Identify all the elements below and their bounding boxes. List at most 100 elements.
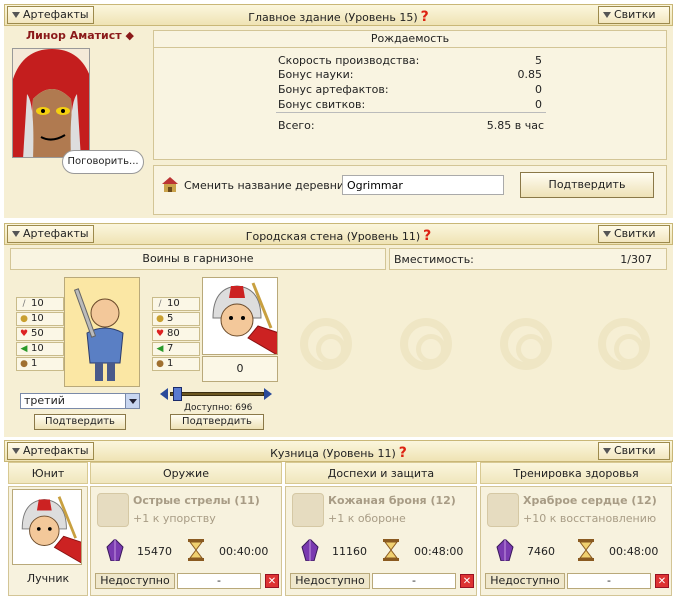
unit2-attack: /10 xyxy=(152,297,200,311)
unit1-attack: /10 xyxy=(16,297,64,311)
upgrade-time: 00:48:00 xyxy=(414,545,464,558)
village-name-input[interactable] xyxy=(342,175,504,195)
column-header-armor: Доспехи и защита xyxy=(285,462,477,484)
chevron-down-icon xyxy=(125,394,139,408)
slider-thumb[interactable] xyxy=(172,387,182,401)
unavailable-button[interactable]: Недоступно xyxy=(485,573,565,589)
sword-icon: / xyxy=(22,299,26,309)
chevron-down-icon xyxy=(603,12,611,18)
slider-track[interactable] xyxy=(170,392,264,396)
unit2-portrait[interactable] xyxy=(202,277,278,355)
production-title: Рождаемость xyxy=(153,30,667,48)
production-row-label: Бонус артефактов: xyxy=(278,83,389,96)
scrolls-button[interactable]: Свитки xyxy=(598,225,670,243)
upgrade-cost: 15470 xyxy=(137,545,172,558)
hero-name: Линор Аматист ◆ xyxy=(26,29,134,42)
arrow-left-icon[interactable] xyxy=(160,388,168,400)
arrow-right-icon[interactable] xyxy=(264,388,272,400)
confirm-rename-button[interactable]: Подтвердить xyxy=(520,172,654,198)
help-icon[interactable]: ? xyxy=(421,9,429,25)
empty-slot-gear-icon xyxy=(598,318,650,370)
unit2-health: ♥ 80 xyxy=(152,327,200,341)
upgrade-bonus: +10 к восстановлению xyxy=(523,512,657,525)
heart-icon xyxy=(487,493,519,527)
upgrade-card-armor: Кожаная броня (12) +1 к обороне 11160 00… xyxy=(285,486,477,596)
city-wall-header: Артефакты Городская стена (Уровень 11)? … xyxy=(4,223,673,245)
upgrade-level-field: - xyxy=(567,573,651,589)
unit2-count: 0 xyxy=(202,356,278,382)
scrolls-button[interactable]: Свитки xyxy=(598,442,670,460)
upgrade-time: 00:40:00 xyxy=(219,545,269,558)
help-icon[interactable]: ? xyxy=(399,445,407,461)
heart-icon: ♥ xyxy=(19,329,29,339)
column-header-weapons: Оружие xyxy=(90,462,282,484)
upgrade-title: Острые стрелы (11) xyxy=(133,494,260,507)
empty-slot-gear-icon xyxy=(500,318,552,370)
rank-select[interactable]: третий xyxy=(20,393,140,409)
talk-button[interactable]: Поговорить... xyxy=(62,150,144,174)
shield-icon xyxy=(292,493,324,527)
column-header-unit: Юнит xyxy=(8,462,88,484)
hourglass-icon xyxy=(188,539,204,561)
crystal-icon xyxy=(106,539,124,561)
close-icon[interactable]: ✕ xyxy=(655,574,669,588)
confirm-unit2-button[interactable]: Подтвердить xyxy=(170,414,264,430)
forge-title: Кузница (Уровень 11) xyxy=(270,447,396,460)
production-row-value: 0.85 xyxy=(517,68,543,81)
production-row-value: 5 xyxy=(535,54,542,67)
forge-unit-name: Лучник xyxy=(26,572,70,585)
unit1-health: ♥ 50 xyxy=(16,327,64,341)
unit1-portrait[interactable] xyxy=(64,277,140,387)
upgrade-bonus: +1 к упорству xyxy=(133,512,216,525)
production-row-label: Скорость производства: xyxy=(278,54,420,67)
heart-icon: ♥ xyxy=(155,329,165,339)
production-row-value: 0 xyxy=(535,83,542,96)
sword-icon: / xyxy=(158,299,162,309)
production-row-value: 0 xyxy=(535,98,542,111)
garrison-label: Воины в гарнизоне xyxy=(10,248,386,270)
hero-avatar-icon xyxy=(13,49,89,157)
capacity-label: Вместимость: xyxy=(394,253,474,266)
upgrade-time: 00:48:00 xyxy=(609,545,659,558)
available-count: Доступно: 696 xyxy=(184,403,253,413)
production-box xyxy=(153,30,667,160)
chevron-down-icon xyxy=(603,448,611,454)
total-value: 5.85 в час xyxy=(486,119,544,132)
crystal-icon xyxy=(496,539,514,561)
unit2-speed: ◀ 7 xyxy=(152,342,200,356)
upgrade-cost: 7460 xyxy=(527,545,555,558)
production-row-label: Бонус свитков: xyxy=(278,98,366,111)
upgrade-bonus: +1 к обороне xyxy=(328,512,406,525)
upgrade-level-field: - xyxy=(177,573,261,589)
unavailable-button[interactable]: Недоступно xyxy=(290,573,370,589)
capacity-value: 1/307 xyxy=(620,253,652,266)
main-building-title: Главное здание (Уровень 15) xyxy=(248,11,418,24)
hero-portrait[interactable] xyxy=(12,48,90,158)
upgrade-card-health: Храброе сердце (12) +10 к восстановлению… xyxy=(480,486,672,596)
total-label: Всего: xyxy=(278,119,315,132)
money-bag-icon: ● xyxy=(20,359,28,369)
crystal-icon xyxy=(301,539,319,561)
chevron-down-icon xyxy=(603,231,611,237)
column-header-health: Тренировка здоровья xyxy=(480,462,672,484)
close-icon[interactable]: ✕ xyxy=(265,574,279,588)
hourglass-icon xyxy=(383,539,399,561)
production-row-label: Бонус науки: xyxy=(278,68,354,81)
village-icon xyxy=(160,174,180,194)
archer-icon xyxy=(13,492,81,564)
divider xyxy=(276,112,546,113)
unavailable-button[interactable]: Недоступно xyxy=(95,573,175,589)
help-icon[interactable]: ? xyxy=(423,228,431,244)
confirm-unit1-button[interactable]: Подтвердить xyxy=(34,414,126,430)
forge-header: Артефакты Кузница (Уровень 11)? Свитки xyxy=(4,440,673,462)
upgrade-title: Храброе сердце (12) xyxy=(523,494,657,507)
city-wall-title: Городская стена (Уровень 11) xyxy=(245,230,421,243)
upgrade-card-weapons: Острые стрелы (11) +1 к упорству 15470 0… xyxy=(90,486,282,596)
close-icon[interactable]: ✕ xyxy=(460,574,474,588)
scrolls-button[interactable]: Свитки xyxy=(598,6,670,24)
arrow-left-icon: ◀ xyxy=(20,344,28,354)
money-bag-icon: ● xyxy=(156,359,164,369)
quantity-slider[interactable] xyxy=(160,387,272,401)
forge-unit-portrait[interactable] xyxy=(12,489,82,565)
main-building-header: Артефакты Главное здание (Уровень 15)? С… xyxy=(4,4,673,26)
